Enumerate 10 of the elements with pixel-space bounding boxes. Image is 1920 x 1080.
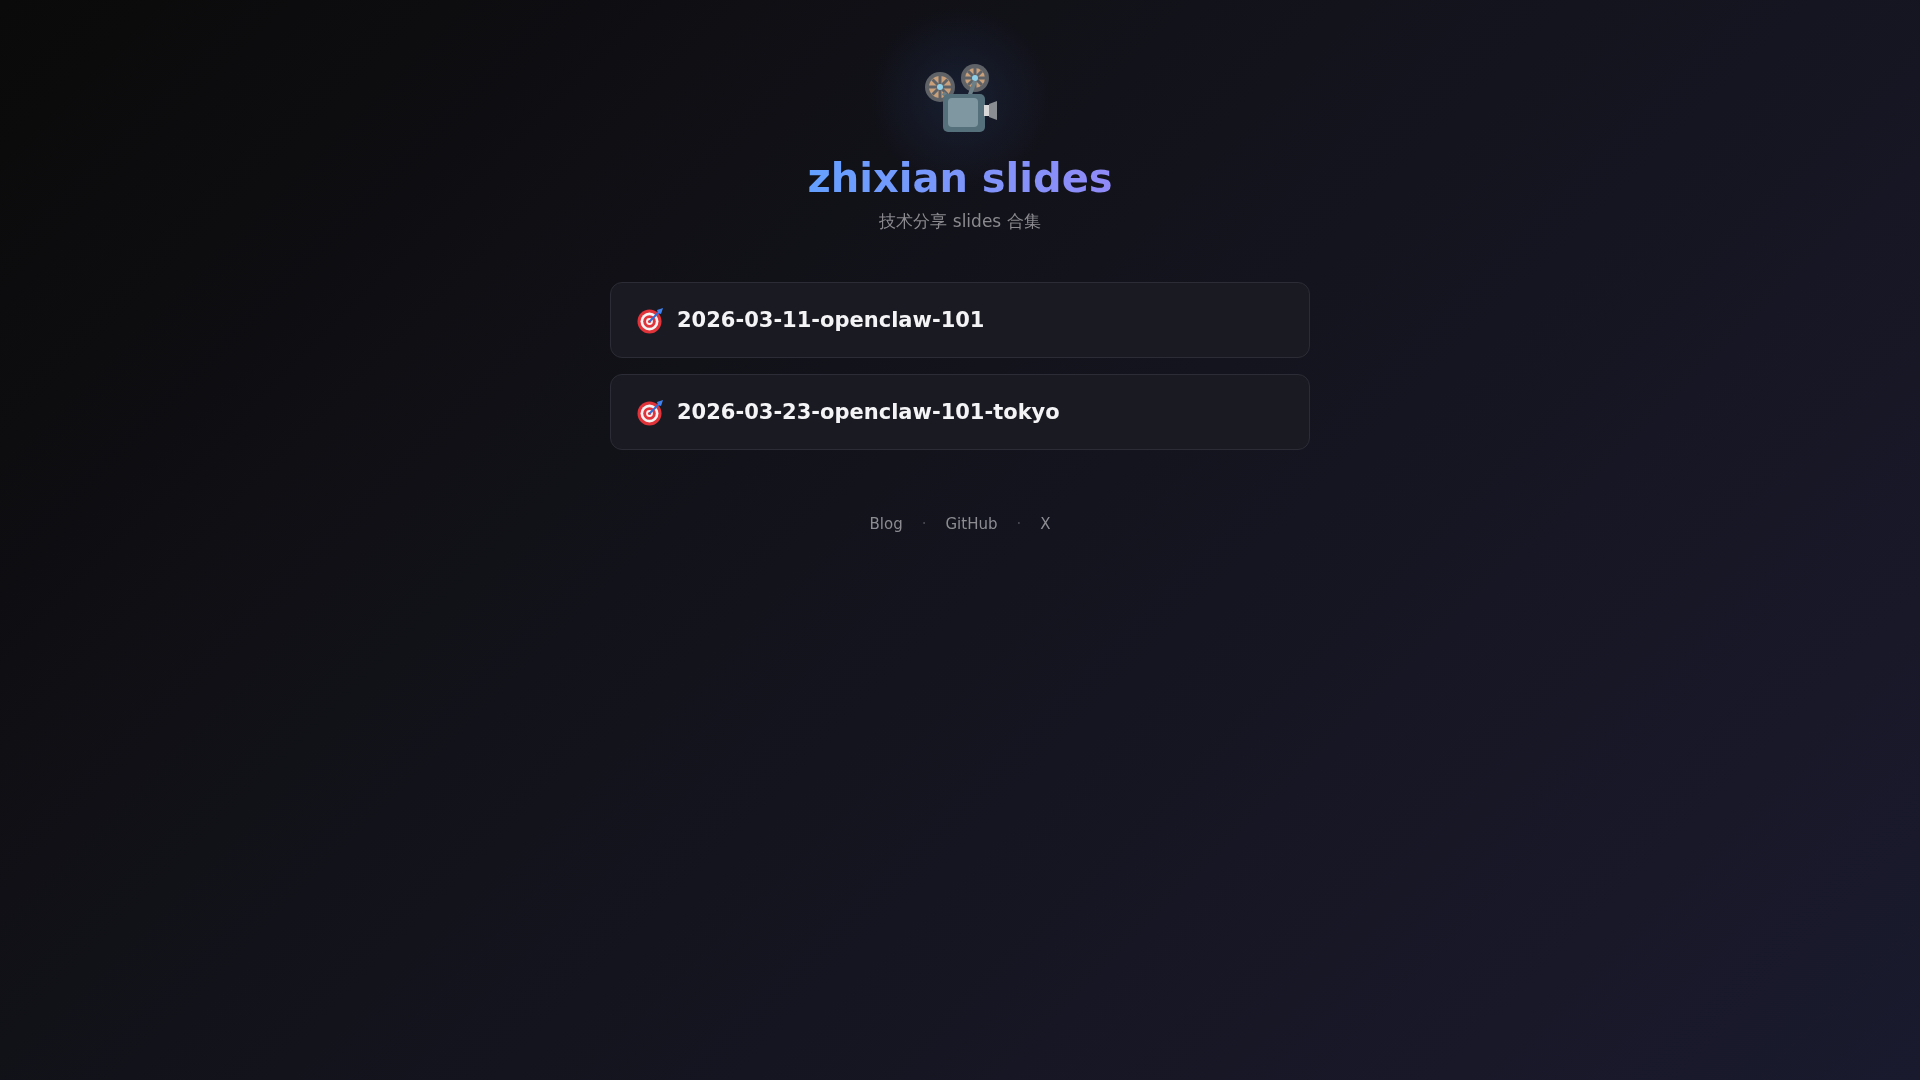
separator-text: ·: [921, 514, 927, 535]
slide-deck-card[interactable]: 2026-03-11-openclaw-101: [610, 282, 1310, 358]
footer-link[interactable]: X: [1040, 513, 1051, 535]
slide-deck-card[interactable]: 2026-03-23-openclaw-101-tokyo: [610, 374, 1310, 450]
separator-text: ·: [1016, 514, 1022, 535]
footer-link[interactable]: Blog: [869, 513, 903, 535]
footer-link[interactable]: GitHub: [945, 513, 998, 535]
target-dart-icon: [637, 398, 664, 426]
site-subtitle: 技术分享 slides 合集: [879, 210, 1041, 233]
target-dart-icon: [637, 306, 664, 334]
